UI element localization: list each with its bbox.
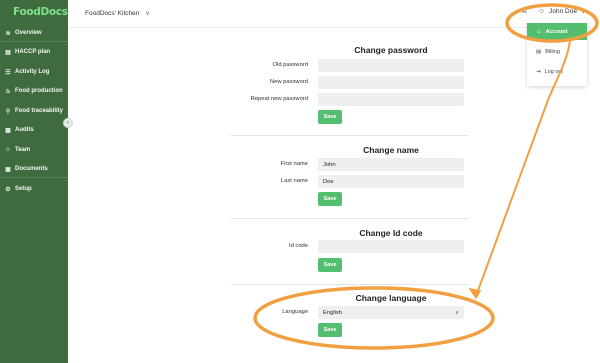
highlight-ellipse-account	[505, 3, 599, 43]
annotation-arrow-head	[468, 287, 482, 300]
highlight-ellipse-language	[253, 286, 495, 350]
annotation-arrow-line	[475, 39, 571, 297]
tutorial-annotation-overlay	[253, 3, 599, 350]
